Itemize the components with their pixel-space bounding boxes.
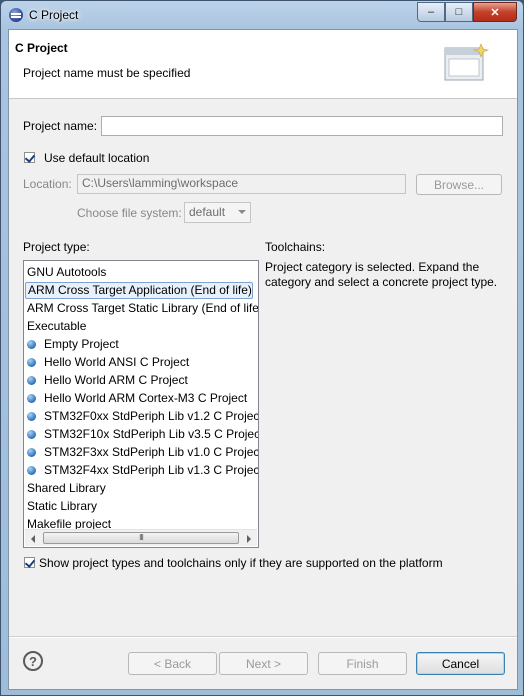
wizard-page-title: C Project [15,41,68,55]
project-type-item[interactable]: STM32F10x StdPeriph Lib v3.5 C Project [25,426,259,443]
checkmark-icon [24,152,36,163]
file-system-select[interactable]: default [184,202,251,223]
use-default-location-label: Use default location [44,151,150,165]
back-button[interactable]: < Back [128,652,217,675]
project-type-item[interactable]: STM32F3xx StdPeriph Lib v1.0 C Project [25,444,259,461]
project-type-item-label: Hello World ARM Cortex-M3 C Project [44,391,248,405]
project-type-item[interactable]: STM32F0xx StdPeriph Lib v1.2 C Project [25,408,259,425]
minimize-icon: ‒ [427,6,435,18]
project-type-item[interactable]: Shared Library [25,480,106,497]
project-name-label: Project name: [23,119,98,133]
file-system-value: default [189,205,226,219]
scroll-thumb[interactable]: III [43,532,239,544]
browse-button[interactable]: Browse... [416,174,502,195]
finish-button[interactable]: Finish [318,652,407,675]
project-type-item-label: Shared Library [27,481,106,495]
project-type-item[interactable]: ARM Cross Target Static Library (End of … [25,300,259,317]
project-type-item[interactable]: Hello World ARM C Project [25,372,188,389]
scroll-left-arrow-icon[interactable] [31,535,35,543]
wizard-header: C Project Project name must be specified [9,30,517,99]
project-type-item-label: ARM Cross Target Application (End of lif… [28,283,252,297]
project-type-item[interactable]: Hello World ARM Cortex-M3 C Project [25,390,247,407]
title-bar[interactable]: C Project ‒ □ ✕ [1,1,523,29]
project-type-item[interactable]: Empty Project [25,336,119,353]
project-type-item[interactable]: GNU Autotools [25,264,106,281]
project-type-item[interactable]: Executable [25,318,86,335]
project-type-item-label: ARM Cross Target Static Library (End of … [27,301,259,315]
chevron-down-icon [238,210,246,214]
window-controls: ‒ □ ✕ [417,2,517,22]
checkmark-icon [24,557,36,568]
next-button[interactable]: Next > [219,652,308,675]
project-type-item-label: Empty Project [44,337,119,351]
maximize-icon: □ [455,6,463,18]
file-system-label: Choose file system: [77,206,182,220]
project-template-icon [27,466,36,475]
supported-only-label: Show project types and toolchains only i… [39,556,443,570]
dialog-client-area: C Project Project name must be specified… [8,29,518,690]
wizard-message: Project name must be specified [23,66,191,80]
location-input[interactable]: C:\Users\lamming\workspace [77,174,406,194]
project-template-icon [27,448,36,457]
minimize-button[interactable]: ‒ [417,2,445,22]
project-type-item-label: STM32F4xx StdPeriph Lib v1.3 C Project [44,463,259,477]
close-button[interactable]: ✕ [473,2,517,22]
project-template-icon [27,412,36,421]
project-type-item-label: STM32F0xx StdPeriph Lib v1.2 C Project [44,409,259,423]
project-type-item[interactable]: Static Library [25,498,97,515]
close-icon: ✕ [490,6,500,19]
project-template-icon [27,340,36,349]
location-label: Location: [23,177,72,191]
wizard-banner-icon [444,43,490,81]
project-type-item-label: Executable [27,319,87,333]
window-title: C Project [29,8,79,22]
project-type-label: Project type: [23,240,90,254]
toolchains-label: Toolchains: [265,240,326,254]
maximize-button[interactable]: □ [445,2,473,22]
scroll-right-arrow-icon[interactable] [247,535,251,543]
eclipse-app-icon [9,8,23,22]
project-template-icon [27,394,36,403]
project-template-icon [27,358,36,367]
project-type-item-label: STM32F10x StdPeriph Lib v3.5 C Project [44,427,259,441]
use-default-location-checkbox[interactable] [24,152,36,163]
cancel-button[interactable]: Cancel [416,652,505,675]
project-type-item-label: Hello World ARM C Project [44,373,188,387]
project-type-item-label: Hello World ANSI C Project [44,355,190,369]
project-type-item-label: Static Library [27,499,98,513]
project-type-item[interactable]: Hello World ANSI C Project [25,354,189,371]
button-bar-separator [9,636,517,638]
toolchains-message: Project category is selected. Expand the… [265,260,498,289]
project-type-item[interactable]: STM32F4xx StdPeriph Lib v1.3 C Project [25,462,259,479]
project-name-input[interactable] [101,116,503,136]
project-template-icon [27,430,36,439]
project-template-icon [27,376,36,385]
dialog-window: C Project ‒ □ ✕ C Project Project name m… [0,0,524,696]
project-type-item-label: STM32F3xx StdPeriph Lib v1.0 C Project [44,445,259,459]
project-type-item-label: GNU Autotools [27,265,107,279]
horizontal-scrollbar[interactable]: III [25,529,257,546]
project-type-list[interactable]: GNU Autotools ARM Cross Target Applicatio… [23,260,259,548]
project-type-item[interactable]: ARM Cross Target Application (End of lif… [25,282,253,299]
help-icon[interactable]: ? [23,651,43,671]
supported-only-checkbox[interactable] [24,557,36,568]
